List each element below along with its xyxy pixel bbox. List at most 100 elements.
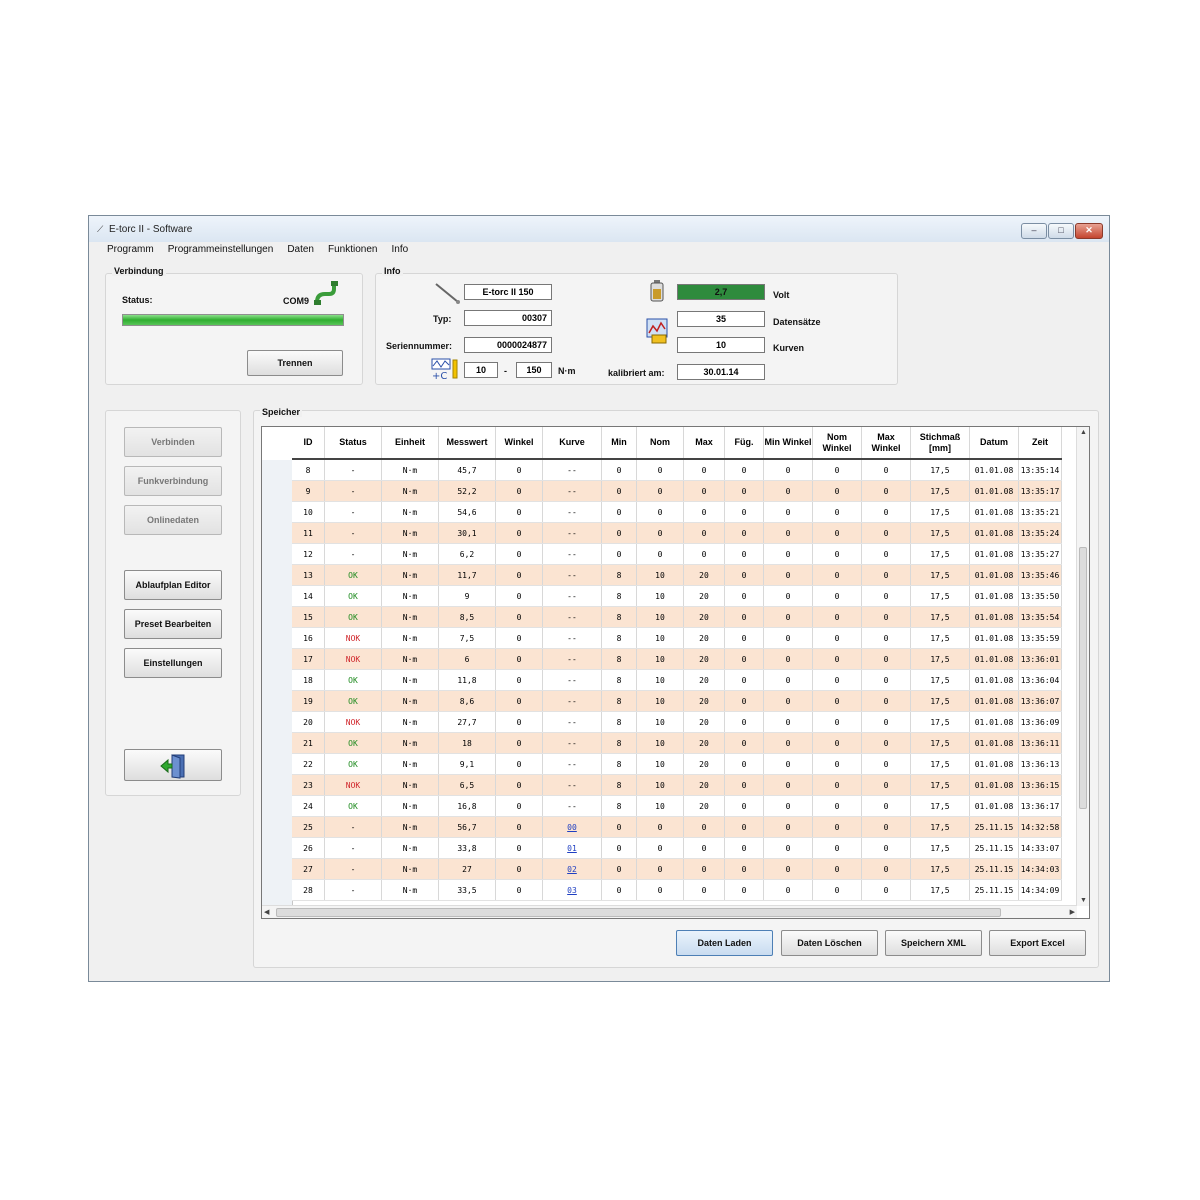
table-row[interactable]: 18 OK N·m 11,8 0 -- 8 10 20 0 0 0 0 17,5 01.01.08 13:36… — [292, 669, 1062, 691]
table-row[interactable]: 17 NOK N·m 6 0 -- 8 10 20 0 0 0 0 17,5 01.01.08 13:36:0… — [292, 648, 1062, 670]
online-data-button[interactable]: Onlinedaten — [124, 505, 222, 535]
table-row[interactable]: 28- N·m 33,5 0 03 0 0 0 0 0 0 0 17,5 25.11.15 14:34:09 — [292, 879, 1062, 901]
menu-info[interactable]: Info — [391, 242, 408, 260]
curve-link[interactable]: 00 — [542, 816, 602, 838]
scroll-right-arrow[interactable]: ▶ — [1070, 908, 1075, 916]
table-cell: N·m — [381, 879, 439, 901]
table-cell: 21 — [292, 732, 325, 754]
curve-link[interactable]: 03 — [542, 879, 602, 901]
minimize-button[interactable]: – — [1021, 223, 1047, 239]
column-header[interactable]: Nom Winkel — [812, 427, 862, 460]
table-cell: 20 — [683, 585, 725, 607]
column-header[interactable]: Einheit — [381, 427, 439, 460]
column-header[interactable]: Status — [324, 427, 382, 460]
column-header[interactable]: Datum — [969, 427, 1019, 460]
table-cell: 0 — [812, 501, 862, 523]
data-table[interactable]: ID Status Einheit Messwert Winkel Kurve Min Nom… — [261, 426, 1090, 919]
table-cell: 0 — [812, 585, 862, 607]
table-row[interactable]: 12- N·m 6,2 0 -- 0 0 0 0 0 0 0 17,5 01.01.08 13:35:27 — [292, 543, 1062, 565]
wrench-icon — [435, 283, 460, 304]
table-cell: OK — [324, 795, 382, 817]
table-row[interactable]: 25- N·m 56,7 0 00 0 0 0 0 0 0 0 17,5 25.11.15 14:32:58 — [292, 816, 1062, 838]
column-header[interactable]: Messwert — [438, 427, 496, 460]
table-row[interactable]: 13 OK N·m 11,7 0 -- 8 10 20 0 0 0 0 17,5 01.01.08 13:35… — [292, 564, 1062, 586]
table-cell: 14:34:09 — [1018, 879, 1062, 901]
table-row[interactable]: 20 NOK N·m 27,7 0 -- 8 10 20 0 0 0 0 17,5 01.01.08 13:3… — [292, 711, 1062, 733]
table-cell: N·m — [381, 732, 439, 754]
menu-daten[interactable]: Daten — [287, 242, 314, 260]
table-row[interactable]: 15 OK N·m 8,5 0 -- 8 10 20 0 0 0 0 17,5 01.01.08 13:35:… — [292, 606, 1062, 628]
horizontal-scroll-thumb[interactable] — [276, 908, 1001, 917]
table-cell: 0 — [812, 732, 862, 754]
scroll-up-arrow[interactable]: ▲ — [1080, 429, 1087, 436]
table-row[interactable]: 10- N·m 54,6 0 -- 0 0 0 0 0 0 0 17,5 01.01.08 13:35:21 — [292, 501, 1062, 523]
curve-link[interactable]: 02 — [542, 858, 602, 880]
table-row[interactable]: 19 OK N·m 8,6 0 -- 8 10 20 0 0 0 0 17,5 01.01.08 13:36:… — [292, 690, 1062, 712]
column-header[interactable]: Nom — [636, 427, 684, 460]
column-header[interactable]: Zeit — [1018, 427, 1062, 460]
delete-data-button[interactable]: Daten Löschen — [781, 930, 878, 956]
table-cell: 0 — [724, 879, 764, 901]
table-cell: 14:32:58 — [1018, 816, 1062, 838]
table-row[interactable]: 27- N·m 27 0 02 0 0 0 0 0 0 0 17,5 25.11.15 14:34:03 — [292, 858, 1062, 880]
table-cell: 12 — [292, 543, 325, 565]
table-row[interactable]: 9- N·m 52,2 0 -- 0 0 0 0 0 0 0 17,5 01.01.08 13:35:17 — [292, 480, 1062, 502]
column-header[interactable]: Max Winkel — [861, 427, 911, 460]
table-cell: 13:35:46 — [1018, 564, 1062, 586]
table-row[interactable]: 26- N·m 33,8 0 01 0 0 0 0 0 0 0 17,5 25.11.15 14:33:07 — [292, 837, 1062, 859]
menu-funktionen[interactable]: Funktionen — [328, 242, 377, 260]
column-header[interactable]: Winkel — [495, 427, 543, 460]
column-header[interactable]: Min — [601, 427, 637, 460]
table-cell: 52,2 — [438, 480, 496, 502]
table-row[interactable]: 11- N·m 30,1 0 -- 0 0 0 0 0 0 0 17,5 01.01.08 13:35:24 — [292, 522, 1062, 544]
curve-link[interactable]: 01 — [542, 837, 602, 859]
title-bar[interactable]: ⟋ E-torc II - Software – □ ✕ — [89, 216, 1109, 242]
table-cell: 20 — [683, 711, 725, 733]
schedule-editor-button[interactable]: Ablaufplan Editor — [124, 570, 222, 600]
table-row[interactable]: 16 NOK N·m 7,5 0 -- 8 10 20 0 0 0 0 17,5 01.01.08 13:35… — [292, 627, 1062, 649]
app-window: ⟋ E-torc II - Software – □ ✕ Programm Pr… — [88, 215, 1110, 982]
scroll-down-arrow[interactable]: ▼ — [1080, 897, 1087, 904]
column-header[interactable]: Stichmaß [mm] — [910, 427, 970, 460]
table-row[interactable]: 14 OK N·m 9 0 -- 8 10 20 0 0 0 0 17,5 01.01.08 13:35:50 — [292, 585, 1062, 607]
table-cell: 26 — [292, 837, 325, 859]
save-xml-button[interactable]: Speichern XML — [885, 930, 982, 956]
vertical-scroll-thumb[interactable] — [1079, 547, 1087, 809]
horizontal-scrollbar[interactable]: ◀ ▶ — [262, 905, 1077, 918]
table-cell: 18 — [438, 732, 496, 754]
table-row[interactable]: 8- N·m 45,7 0 -- 0 0 0 0 0 0 0 17,5 01.01.08 13:35:14 — [292, 459, 1062, 481]
disconnect-button[interactable]: Trennen — [247, 350, 343, 376]
table-row[interactable]: 23 NOK N·m 6,5 0 -- 8 10 20 0 0 0 0 17,5 01.01.08 13:36… — [292, 774, 1062, 796]
column-header[interactable]: Max — [683, 427, 725, 460]
connect-button[interactable]: Verbinden — [124, 427, 222, 457]
menu-programmeinstellungen[interactable]: Programmeinstellungen — [168, 242, 274, 260]
table-row[interactable]: 24 OK N·m 16,8 0 -- 8 10 20 0 0 0 0 17,5 01.01.08 13:36… — [292, 795, 1062, 817]
table-row[interactable]: 22 OK N·m 9,1 0 -- 8 10 20 0 0 0 0 17,5 01.01.08 13:36:… — [292, 753, 1062, 775]
settings-button[interactable]: Einstellungen — [124, 648, 222, 678]
radio-connection-button[interactable]: Funkverbindung — [124, 466, 222, 496]
table-cell: 0 — [636, 543, 684, 565]
table-row[interactable]: 21 OK N·m 18 0 -- 8 10 20 0 0 0 0 17,5 01.01.08 13:36:1… — [292, 732, 1062, 754]
table-cell: N·m — [381, 480, 439, 502]
column-header[interactable]: Min Winkel — [763, 427, 813, 460]
table-cell: 0 — [495, 648, 543, 670]
close-button[interactable]: ✕ — [1075, 223, 1103, 239]
column-header[interactable]: Füg. — [724, 427, 764, 460]
table-cell: 10 — [636, 711, 684, 733]
load-data-button[interactable]: Daten Laden — [676, 930, 773, 956]
maximize-button[interactable]: □ — [1048, 223, 1074, 239]
exit-button[interactable] — [124, 749, 222, 781]
table-cell: 0 — [601, 459, 637, 481]
scroll-left-arrow[interactable]: ◀ — [264, 908, 269, 916]
export-excel-button[interactable]: Export Excel — [989, 930, 1086, 956]
column-header[interactable]: ID — [292, 427, 325, 460]
table-cell: 8 — [601, 669, 637, 691]
column-header[interactable]: Kurve — [542, 427, 602, 460]
vertical-scrollbar[interactable]: ▲ ▼ — [1076, 427, 1089, 906]
table-cell: 20 — [683, 648, 725, 670]
table-cell: 8 — [292, 459, 325, 481]
preset-edit-button[interactable]: Preset Bearbeiten — [124, 609, 222, 639]
table-cell: 01.01.08 — [969, 795, 1019, 817]
menu-programm[interactable]: Programm — [107, 242, 154, 260]
com-port: COM9 — [283, 296, 310, 306]
